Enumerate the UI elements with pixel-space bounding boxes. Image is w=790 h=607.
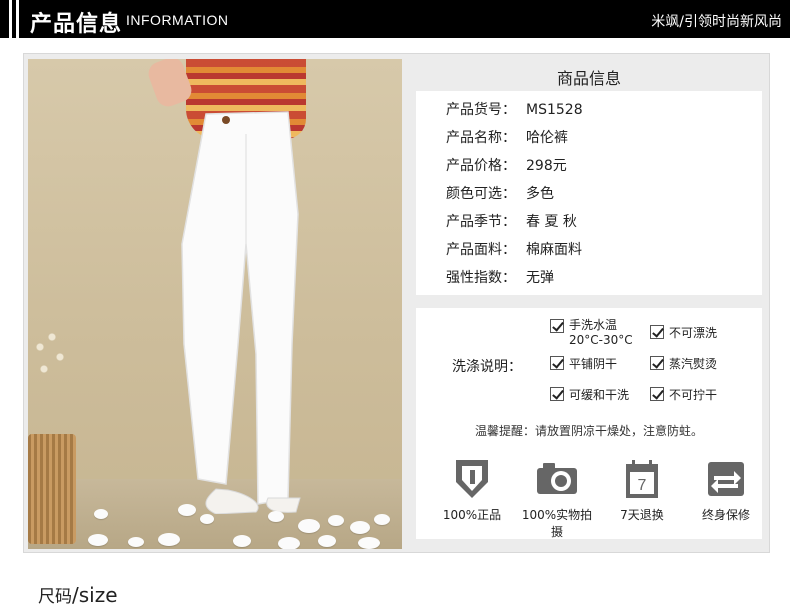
checkmark-icon <box>650 356 664 370</box>
shield-icon <box>456 460 488 498</box>
brand-slogan: 米飒/引领时尚新风尚 <box>651 14 782 30</box>
photo-pebble <box>88 534 108 546</box>
product-info-heading: 商品信息 <box>556 69 621 88</box>
size-heading: 尺码/size <box>38 582 118 607</box>
checkmark-icon <box>550 319 564 333</box>
info-row-label: 颜色可选： <box>446 186 516 202</box>
calendar-number: 7 <box>638 477 647 494</box>
info-row-value: 春 夏 秋 <box>526 214 577 230</box>
care-item-text: 不可漂洗 <box>669 326 718 340</box>
info-row: 产品名称： 哈伦裤 <box>446 127 568 147</box>
photo-pebble <box>350 521 370 534</box>
care-tip: 温馨提醒：请放置阴凉干燥处，注意防蛀。 <box>474 424 703 438</box>
photo-pebble <box>233 535 251 547</box>
feature-label: 终身保修 <box>701 508 750 522</box>
feature-returns: 7 7天退换 <box>602 458 682 523</box>
refresh-icon <box>708 462 744 496</box>
info-row-value: 哈伦裤 <box>526 130 568 146</box>
feature-authentic: 100%正品 <box>432 458 512 523</box>
info-row-label: 产品价格： <box>446 158 516 174</box>
care-item-dry-flat: 平铺阴干 <box>550 355 617 372</box>
info-row-label: 产品名称： <box>446 130 516 146</box>
feature-label: 7天退换 <box>620 508 664 522</box>
care-item-text: 20°C-30°C <box>569 333 633 347</box>
photo-white-pants <box>181 111 301 514</box>
checkmark-icon <box>550 387 564 401</box>
photo-dried-flowers <box>30 327 70 387</box>
feature-label: 100%正品 <box>442 508 502 522</box>
care-item-text: 手洗水温 <box>569 318 618 332</box>
info-row-label: 产品季节： <box>446 214 516 230</box>
care-item-hand-wash: 手洗水温 20°C-30°C <box>550 318 633 348</box>
info-row: 产品面料： 棉麻面料 <box>446 239 582 259</box>
feature-warranty: 终身保修 <box>686 458 766 523</box>
feature-label: 100%实物拍摄 <box>521 508 593 539</box>
checkmark-icon <box>650 325 664 339</box>
photo-pebble <box>128 537 144 547</box>
care-item-text: 不可拧干 <box>669 388 718 402</box>
care-item-steam-iron: 蒸汽熨烫 <box>650 355 717 372</box>
care-item-text: 蒸汽熨烫 <box>669 357 718 371</box>
care-item-no-wring: 不可拧干 <box>650 386 717 403</box>
header-divider-bar <box>16 0 19 38</box>
photo-basket <box>28 434 76 544</box>
care-item-text: 可缓和干洗 <box>569 388 630 402</box>
info-row-label: 强性指数： <box>446 270 516 286</box>
size-heading-en: /size <box>72 583 118 607</box>
size-heading-cn: 尺码 <box>38 587 72 607</box>
checkmark-icon <box>550 356 564 370</box>
photo-pebble <box>298 519 320 533</box>
care-instructions-card: 洗涤说明： 手洗水温 20°C-30°C 不可漂洗 平铺阴干 蒸汽熨烫 可缓和干洗… <box>416 308 762 539</box>
feature-real-photo: 100%实物拍摄 <box>517 458 597 540</box>
info-row-value: MS1528 <box>526 102 583 118</box>
photo-pebble <box>328 515 344 526</box>
header-divider-bar <box>9 0 12 38</box>
calendar-icon: 7 <box>626 460 658 498</box>
photo-pebble <box>200 514 214 524</box>
info-row: 颜色可选： 多色 <box>446 183 554 203</box>
care-label: 洗涤说明： <box>452 359 522 375</box>
info-row-value: 多色 <box>526 186 554 202</box>
photo-pebble <box>178 504 196 516</box>
product-info-table: 产品货号： MS1528 产品名称： 哈伦裤 产品价格： 298元 颜色可选： 多色 产… <box>416 91 762 295</box>
camera-icon <box>537 463 577 494</box>
photo-pebble <box>158 533 180 546</box>
product-info-card: 商品信息 产品货号： MS1528 产品名称： 哈伦裤 产品价格： 298元 颜色可选… <box>414 59 764 299</box>
info-row: 产品价格： 298元 <box>446 155 567 175</box>
info-row-label: 产品货号： <box>446 102 516 118</box>
section-title: 产品信息 <box>30 12 123 37</box>
info-row-value: 棉麻面料 <box>526 242 582 258</box>
info-row: 强性指数： 无弹 <box>446 267 554 287</box>
photo-pebble <box>318 535 336 547</box>
info-row-label: 产品面料： <box>446 242 516 258</box>
info-row-value: 298元 <box>526 158 567 174</box>
care-item-text: 平铺阴干 <box>569 357 618 371</box>
info-row-value: 无弹 <box>526 270 554 286</box>
care-item-dry-clean: 可缓和干洗 <box>550 386 629 403</box>
photo-pebble <box>374 514 390 525</box>
info-row: 产品季节： 春 夏 秋 <box>446 211 577 231</box>
photo-pebble <box>268 511 284 522</box>
product-panel: 商品信息 产品货号： MS1528 产品名称： 哈伦裤 产品价格： 298元 颜色可选… <box>23 53 770 553</box>
section-header: 产品信息 INFORMATION 米飒/引领时尚新风尚 <box>0 0 790 38</box>
info-row: 产品货号： MS1528 <box>446 99 583 119</box>
photo-pebble <box>94 509 108 519</box>
photo-pebble <box>358 537 380 549</box>
photo-pebble <box>278 537 300 549</box>
product-photo <box>28 59 402 549</box>
checkmark-icon <box>650 387 664 401</box>
section-subtitle: INFORMATION <box>126 12 229 28</box>
care-item-no-bleach: 不可漂洗 <box>650 324 717 341</box>
